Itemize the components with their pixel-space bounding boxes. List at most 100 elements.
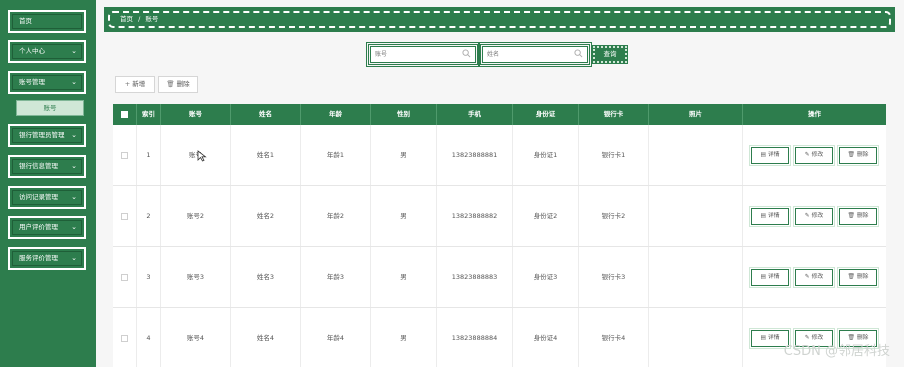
delete-button[interactable]: 🗑 删除: [837, 145, 879, 166]
cell-name: 姓名1: [231, 125, 301, 185]
cell-idcard: 身份证1: [513, 125, 579, 185]
sidebar-item-personal-center[interactable]: 个人中心 ⌄: [8, 40, 86, 63]
detail-button[interactable]: ▤ 详情: [749, 145, 791, 166]
search-icon: [462, 49, 471, 58]
edit-button-label: 修改: [811, 274, 824, 280]
search-button[interactable]: 查询: [592, 45, 628, 64]
row-checkbox[interactable]: [121, 334, 128, 342]
cell-name: 姓名4: [231, 308, 301, 367]
sidebar-item-label: 用户评价管理: [19, 223, 58, 231]
cell-index: 2: [137, 186, 161, 246]
edit-icon: ✎: [804, 213, 810, 219]
cell-index: 4: [137, 308, 161, 367]
chevron-down-icon: ⌄: [71, 131, 77, 139]
sidebar-item-label: 首页: [19, 17, 32, 25]
cell-gender: 男: [371, 308, 437, 367]
cell-phone: 13823888883: [437, 247, 513, 307]
delete-button[interactable]: 🗑 删除: [837, 267, 879, 288]
row-checkbox-cell[interactable]: [113, 308, 137, 367]
cell-bankcard: 银行卡3: [579, 247, 649, 307]
cell-account: 账号3: [161, 247, 231, 307]
cell-account: 账号: [161, 125, 231, 185]
cell-idcard: 身份证2: [513, 186, 579, 246]
name-search-input[interactable]: [487, 48, 573, 61]
trash-icon: 🗑: [166, 80, 175, 88]
edit-button-label: 修改: [811, 213, 824, 219]
cell-name: 姓名2: [231, 186, 301, 246]
column-header: 银行卡: [579, 104, 649, 125]
row-checkbox[interactable]: [121, 151, 128, 159]
sidebar-item-bank-info-management[interactable]: 银行信息管理 ⌄: [8, 155, 86, 178]
cell-bankcard: 银行卡4: [579, 308, 649, 367]
sidebar-subitem-account[interactable]: 账号: [16, 100, 84, 116]
delete-button-label: 删除: [856, 213, 869, 219]
sidebar-item-label: 银行管理员管理: [19, 131, 65, 139]
document-icon: ▤: [760, 274, 766, 280]
breadcrumb-separator: /: [138, 15, 141, 23]
detail-button-label: 详情: [767, 274, 780, 280]
account-search-input[interactable]: [375, 48, 461, 61]
column-header: 照片: [649, 104, 743, 125]
document-icon: ▤: [760, 152, 766, 158]
chevron-down-icon: ⌄: [71, 254, 77, 262]
delete-button-label: 删除: [176, 80, 190, 88]
breadcrumb: 首页 / 账号: [108, 11, 891, 28]
column-header: 账号: [161, 104, 231, 125]
trash-icon: 🗑: [847, 213, 855, 219]
cell-gender: 男: [371, 125, 437, 185]
sidebar-item-label: 个人中心: [19, 47, 45, 55]
breadcrumb-home[interactable]: 首页: [120, 15, 133, 23]
cell-account: 账号4: [161, 308, 231, 367]
trash-icon: 🗑: [847, 152, 855, 158]
select-all-checkbox[interactable]: [113, 104, 137, 125]
cell-bankcard: 银行卡1: [579, 125, 649, 185]
column-header: 性别: [371, 104, 437, 125]
row-checkbox[interactable]: [121, 273, 128, 281]
cell-name: 姓名3: [231, 247, 301, 307]
cell-age: 年龄4: [301, 308, 371, 367]
table-row: 1 账号 姓名1 年龄1 男 13823888881 身份证1 银行卡1 ▤ 详情…: [113, 125, 886, 186]
detail-button-label: 详情: [767, 213, 780, 219]
name-search-field[interactable]: [478, 42, 592, 67]
edit-button[interactable]: ✎ 修改: [793, 145, 835, 166]
cell-age: 年龄3: [301, 247, 371, 307]
batch-delete-button[interactable]: 🗑 删除: [158, 76, 198, 93]
add-button-label: 新增: [132, 80, 146, 88]
trash-icon: 🗑: [847, 274, 855, 280]
row-checkbox[interactable]: [121, 212, 128, 220]
delete-button[interactable]: 🗑 删除: [837, 206, 879, 227]
account-search-field[interactable]: [366, 42, 480, 67]
sidebar-subitem-label: 账号: [43, 104, 57, 112]
row-checkbox-cell[interactable]: [113, 186, 137, 246]
detail-button[interactable]: ▤ 详情: [749, 267, 791, 288]
sidebar-item-label: 账号管理: [19, 78, 45, 86]
edit-button[interactable]: ✎ 修改: [793, 206, 835, 227]
detail-button[interactable]: ▤ 详情: [749, 206, 791, 227]
cell-age: 年龄1: [301, 125, 371, 185]
detail-button-label: 详情: [767, 335, 780, 341]
edit-button[interactable]: ✎ 修改: [793, 267, 835, 288]
add-button[interactable]: + 新增: [115, 76, 155, 93]
search-icon: [574, 49, 583, 58]
sidebar-item-access-record-management[interactable]: 访问记录管理 ⌄: [8, 186, 86, 209]
edit-icon: ✎: [804, 152, 810, 158]
breadcrumb-bar: 首页 / 账号: [104, 7, 895, 32]
plus-icon: +: [124, 80, 131, 88]
sidebar-item-user-review-management[interactable]: 用户评价管理 ⌄: [8, 216, 86, 239]
row-checkbox-cell[interactable]: [113, 125, 137, 185]
cell-photo: [649, 247, 743, 307]
sidebar-item-home[interactable]: 首页: [8, 10, 86, 33]
cell-idcard: 身份证4: [513, 308, 579, 367]
cell-phone: 13823888881: [437, 125, 513, 185]
column-header: 索引: [137, 104, 161, 125]
cell-gender: 男: [371, 247, 437, 307]
sidebar-item-bank-admin-management[interactable]: 银行管理员管理 ⌄: [8, 124, 86, 147]
cell-account: 账号2: [161, 186, 231, 246]
row-checkbox-cell[interactable]: [113, 247, 137, 307]
document-icon: ▤: [760, 213, 766, 219]
cell-index: 1: [137, 125, 161, 185]
sidebar-item-service-review-management[interactable]: 服务评价管理 ⌄: [8, 247, 86, 270]
column-header: 年龄: [301, 104, 371, 125]
sidebar-item-account-management[interactable]: 账号管理 ⌄: [8, 71, 86, 94]
cell-phone: 13823888884: [437, 308, 513, 367]
